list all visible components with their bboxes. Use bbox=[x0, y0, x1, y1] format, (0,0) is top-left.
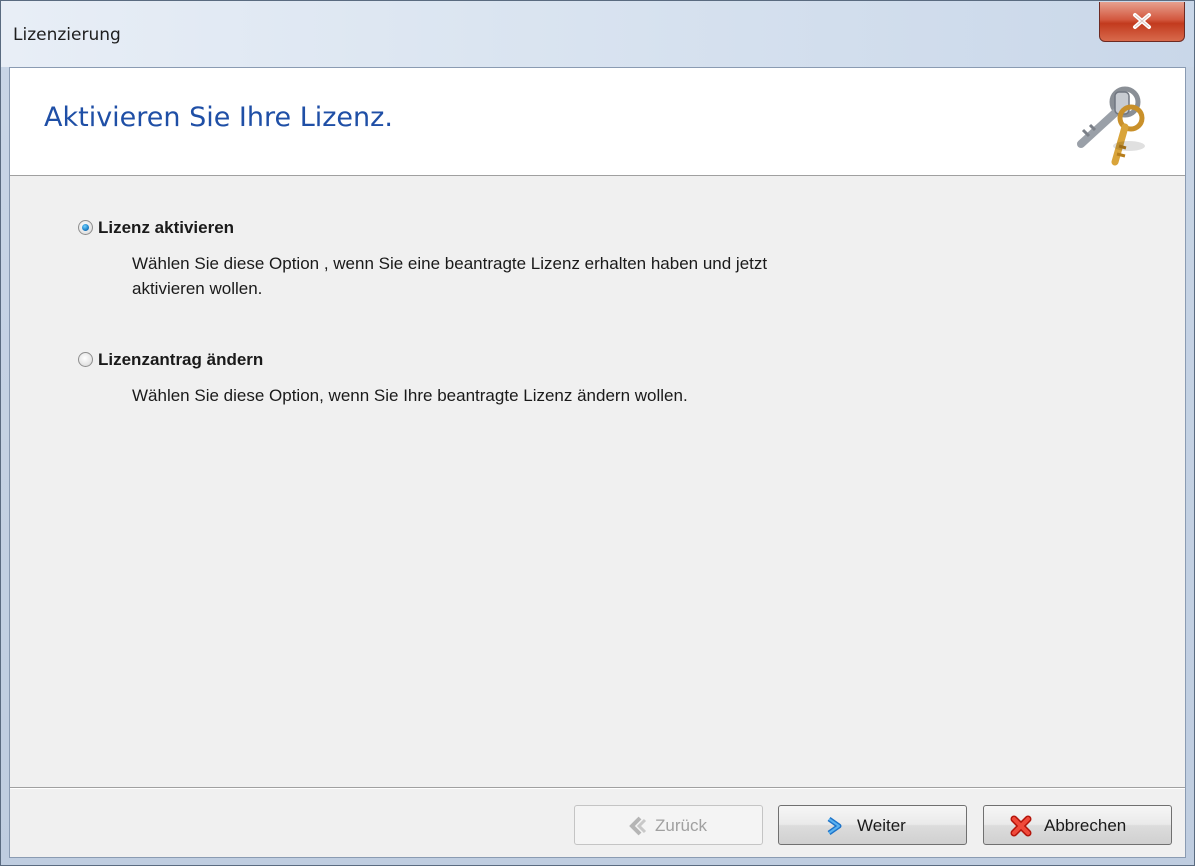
radio-change-request[interactable] bbox=[78, 352, 93, 367]
next-button[interactable]: Weiter bbox=[778, 805, 967, 845]
page-title: Aktivieren Sie Ihre Lizenz. bbox=[44, 102, 393, 133]
description-line: Wählen Sie diese Option, wenn Sie Ihre b… bbox=[132, 386, 688, 405]
back-label: Zurück bbox=[655, 816, 707, 835]
next-label: Weiter bbox=[857, 816, 906, 835]
window-title: Lizenzierung bbox=[13, 25, 121, 45]
option-label[interactable]: Lizenz aktivieren bbox=[98, 218, 234, 238]
license-dialog: Lizenzierung Aktivieren Sie Ihre Lizenz. bbox=[0, 0, 1195, 866]
close-button[interactable] bbox=[1099, 2, 1185, 42]
option-description: Wählen Sie diese Option, wenn Sie Ihre b… bbox=[132, 383, 1032, 408]
dialog-content: Aktivieren Sie Ihre Lizenz. Lizenz aktiv… bbox=[9, 67, 1186, 858]
title-bar[interactable]: Lizenzierung bbox=[1, 1, 1194, 67]
back-button[interactable]: Zurück bbox=[574, 805, 763, 845]
description-line: aktivieren wollen. bbox=[132, 279, 263, 298]
cancel-button[interactable]: Abbrechen bbox=[983, 805, 1172, 845]
cancel-label: Abbrechen bbox=[1044, 816, 1127, 835]
keys-icon bbox=[1077, 86, 1145, 166]
footer-separator bbox=[10, 787, 1185, 789]
option-description: Wählen Sie diese Option , wenn Sie eine … bbox=[132, 251, 1032, 301]
back-chevron-icon bbox=[629, 816, 647, 836]
cancel-x-icon bbox=[1010, 815, 1032, 837]
description-line: Wählen Sie diese Option , wenn Sie eine … bbox=[132, 254, 768, 273]
next-chevron-icon bbox=[827, 816, 842, 836]
close-icon bbox=[1133, 13, 1151, 29]
wizard-header: Aktivieren Sie Ihre Lizenz. bbox=[10, 68, 1185, 176]
option-label[interactable]: Lizenzantrag ändern bbox=[98, 350, 263, 370]
radio-activate-license[interactable] bbox=[78, 220, 93, 235]
